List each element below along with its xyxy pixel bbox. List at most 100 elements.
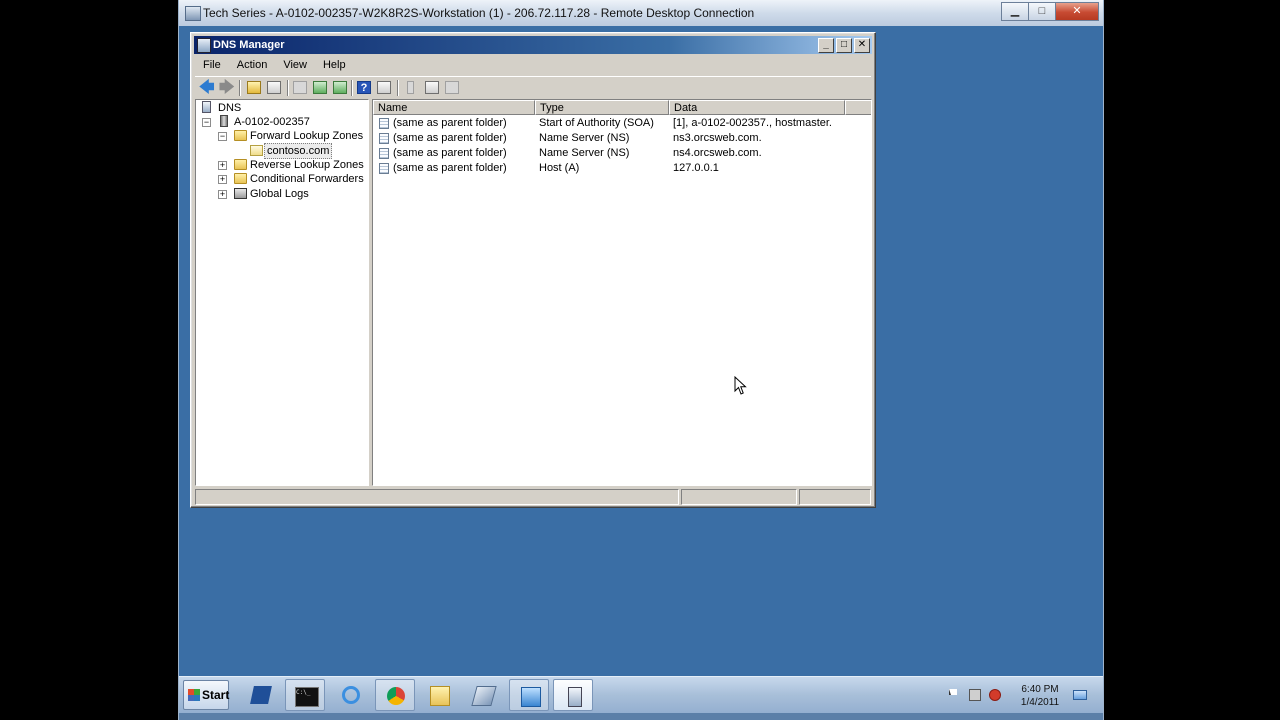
tree-label: Reverse Lookup Zones [250,159,364,171]
record-name: (same as parent folder) [393,147,507,159]
rdc-minimize-button[interactable]: ▁ [1001,2,1029,21]
tree-label: A-0102-002357 [234,116,310,128]
record-data: 127.0.0.1 [673,162,719,174]
tree-node-global-logs[interactable]: + Global Logs [200,187,360,201]
collapse-toggle[interactable]: − [202,118,211,127]
start-label: Start [202,688,230,702]
record-row[interactable]: (same as parent folder) Start of Authori… [373,116,871,131]
status-panel [681,489,797,505]
show-hide-console-tree-icon[interactable] [267,81,281,94]
column-header-data[interactable]: Data [669,100,845,115]
up-one-level-icon[interactable] [247,81,261,94]
rdc-window-title: Tech Series - A-0102-002357-W2K8R2S-Work… [203,6,755,20]
internet-explorer-icon [342,686,360,704]
record-type: Host (A) [539,162,580,174]
rdc-maximize-button[interactable]: □ [1028,2,1056,21]
expand-toggle[interactable]: + [218,175,227,184]
tree-label: Global Logs [250,188,309,200]
taskbar-internet-explorer[interactable] [331,679,371,711]
record-row[interactable]: (same as parent folder) Host (A) 127.0.0… [373,161,871,176]
volume-muted-icon[interactable] [989,689,1001,701]
tree-node-server[interactable]: − A-0102-002357 [200,115,360,129]
tree-node-forward-lookup-zones[interactable]: − Forward Lookup Zones [200,129,368,143]
forward-arrow-icon[interactable]: 🡆 [219,80,235,95]
rdc-title-bar[interactable]: Tech Series - A-0102-002357-W2K8R2S-Work… [179,0,1103,27]
record-data: ns3.orcsweb.com. [673,132,762,144]
record-name: (same as parent folder) [393,132,507,144]
expand-toggle[interactable]: + [218,161,227,170]
dns-manager-icon [197,38,211,53]
tree-node-contoso-zone[interactable]: contoso.com [200,143,360,159]
language-bar-icon[interactable] [1073,690,1087,700]
record-icon [379,133,389,144]
refresh-icon[interactable] [313,81,327,94]
new-record-icon[interactable] [445,81,459,94]
tree-node-reverse-lookup-zones[interactable]: + Reverse Lookup Zones [200,158,368,172]
server-icon[interactable] [407,81,414,94]
system-tray: 6:40 PM 1/4/2011 [945,679,1095,711]
server-manager-icon [521,687,541,707]
folder-icon [234,159,247,170]
column-header-type[interactable]: Type [535,100,669,115]
list-header: Name Type Data [373,100,871,115]
tree-label-selected: contoso.com [264,143,333,159]
tree-node-conditional-forwarders[interactable]: + Conditional Forwarders [200,172,368,186]
menu-bar: File Action View Help [195,56,354,74]
record-name: (same as parent folder) [393,117,507,129]
record-row[interactable]: (same as parent folder) Name Server (NS)… [373,131,871,146]
status-panel [195,489,679,505]
record-data: [1], a-0102-002357., hostmaster. [673,117,832,129]
taskbar-chrome[interactable] [375,679,415,711]
taskbar-dns-manager[interactable] [553,679,593,711]
export-list-icon[interactable] [333,81,347,94]
menu-action[interactable]: Action [229,56,276,74]
rdc-close-button[interactable]: ✕ [1055,2,1099,21]
record-list-icon[interactable] [425,81,439,94]
menu-file[interactable]: File [195,56,229,74]
record-icon [379,118,389,129]
collapse-toggle[interactable]: − [218,132,227,141]
clock-time: 6:40 PM [1021,684,1059,695]
windows-explorer-icon [430,686,450,706]
taskbar-server-manager[interactable] [509,679,549,711]
command-prompt-icon: C:\_ [295,687,319,707]
taskbar-windows-explorer[interactable] [419,679,459,711]
clock[interactable]: 6:40 PM 1/4/2011 [1011,683,1069,709]
tree-label: Conditional Forwarders [250,173,364,185]
folder-icon [234,173,247,184]
status-bar [195,489,871,505]
tree-label: DNS [218,102,242,114]
record-type: Name Server (NS) [539,132,630,144]
start-button[interactable]: Start [183,680,229,710]
help-icon[interactable]: ? [357,81,371,94]
folder-icon [234,130,247,141]
network-icon[interactable] [969,689,981,701]
tree-label: Forward Lookup Zones [250,130,364,142]
records-list: Name Type Data (same as parent folder) S… [372,99,872,486]
action-center-flag-icon[interactable] [949,689,957,695]
taskbar: Start C:\_ 6:40 PM 1/4/2011 [179,676,1103,713]
dns-manager-icon [568,687,582,707]
record-row[interactable]: (same as parent folder) Name Server (NS)… [373,146,871,161]
record-data: ns4.orcsweb.com. [673,147,762,159]
remote-desktop-icon [185,6,201,21]
powershell-icon [250,686,272,704]
record-icon [379,148,389,159]
column-header-name[interactable]: Name [373,100,535,115]
dns-window-title: DNS Manager [213,39,285,51]
menu-view[interactable]: View [275,56,315,74]
expand-toggle[interactable]: + [218,190,227,199]
taskbar-powershell[interactable] [241,679,281,711]
taskbar-disk-tool[interactable] [463,679,503,711]
taskbar-command-prompt[interactable]: C:\_ [285,679,325,711]
dns-maximize-button[interactable]: □ [836,38,852,53]
dns-minimize-button[interactable]: _ [818,38,834,53]
menu-help[interactable]: Help [315,56,354,74]
dns-title-bar[interactable]: DNS Manager _ □ ✕ [194,36,872,54]
back-arrow-icon[interactable]: 🡄 [199,80,215,95]
remote-desktop-window: Tech Series - A-0102-002357-W2K8R2S-Work… [178,0,1104,720]
show-action-pane-icon[interactable] [377,81,391,94]
tree-node-dns[interactable]: DNS [200,101,360,115]
dns-close-button[interactable]: ✕ [854,38,870,53]
properties-icon[interactable] [293,81,307,94]
